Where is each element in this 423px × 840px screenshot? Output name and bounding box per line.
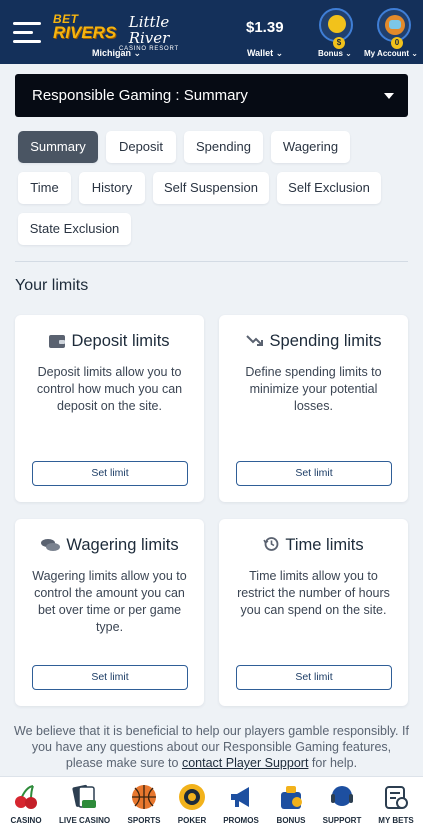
bonus-dropdown[interactable]: Bonus ⌄	[318, 49, 352, 58]
wallet-dropdown[interactable]: Wallet ⌄	[247, 48, 283, 59]
nav-promos[interactable]: PROMOS	[216, 783, 266, 825]
tab-self-exclusion[interactable]: Self Exclusion	[277, 172, 381, 204]
poker-chip-icon	[178, 783, 206, 811]
section-select[interactable]: Responsible Gaming : Summary	[15, 74, 408, 117]
tab-spending[interactable]: Spending	[184, 131, 263, 163]
card-description: Wagering limits allow you to control the…	[32, 569, 187, 634]
set-deposit-limit-button[interactable]: Set limit	[32, 461, 188, 486]
betrivers-logo[interactable]: BET RIVERS	[53, 13, 116, 41]
set-spending-limit-button[interactable]: Set limit	[236, 461, 392, 486]
nav-live-casino[interactable]: LIVE CASINO	[59, 783, 110, 825]
coins-icon	[40, 538, 61, 557]
wagering-limits-card: Wagering limits Wagering limits allow yo…	[15, 519, 204, 706]
card-description: Deposit limits allow you to control how …	[36, 365, 183, 413]
set-time-limit-button[interactable]: Set limit	[236, 665, 392, 690]
tab-history[interactable]: History	[79, 172, 145, 204]
tab-summary[interactable]: Summary	[18, 131, 98, 163]
tab-deposit[interactable]: Deposit	[106, 131, 176, 163]
card-description: Define spending limits to minimize your …	[245, 365, 382, 413]
nav-poker[interactable]: POKER	[167, 783, 217, 825]
set-wagering-limit-button[interactable]: Set limit	[32, 665, 188, 690]
state-selector[interactable]: Michigan ⌄	[92, 48, 141, 59]
card-description: Time limits allow you to restrict the nu…	[237, 569, 390, 617]
tab-time[interactable]: Time	[18, 172, 71, 204]
bonus-mascot-icon	[328, 15, 346, 33]
account-mascot-icon	[385, 15, 405, 35]
card-title: Time limits	[285, 536, 364, 554]
nav-bonus[interactable]: BONUS	[266, 783, 316, 825]
account-avatar[interactable]: 0	[377, 8, 411, 49]
caret-down-icon	[384, 93, 394, 99]
section-heading: Your limits	[15, 277, 89, 294]
nav-sports[interactable]: SPORTS	[119, 783, 169, 825]
bonus-badge: $	[333, 37, 345, 49]
nav-my-bets[interactable]: MY BETS	[371, 783, 421, 825]
bonus-bag-icon	[277, 783, 305, 811]
account-badge: 0	[391, 37, 403, 49]
account-dropdown[interactable]: My Account ⌄	[364, 49, 418, 58]
tab-self-suspension[interactable]: Self Suspension	[153, 172, 269, 204]
menu-icon[interactable]	[13, 22, 41, 44]
nav-support[interactable]: SUPPORT	[317, 783, 367, 825]
contact-support-link[interactable]: contact Player Support	[182, 756, 308, 770]
spending-limits-card: Spending limits Define spending limits t…	[219, 315, 408, 502]
card-title: Deposit limits	[71, 332, 170, 350]
time-limits-card: Time limits Time limits allow you to res…	[219, 519, 408, 706]
card-title: Wagering limits	[66, 536, 179, 554]
basketball-icon	[130, 783, 158, 811]
section-select-value: Responsible Gaming : Summary	[32, 87, 248, 104]
divider	[15, 261, 408, 262]
wallet-balance[interactable]: $1.39	[246, 19, 284, 36]
card-title: Spending limits	[269, 332, 382, 350]
wallet-icon	[49, 334, 66, 353]
cherries-icon	[12, 783, 40, 811]
bet-slip-icon	[382, 783, 410, 811]
megaphone-icon	[227, 783, 255, 811]
trend-down-icon	[245, 334, 264, 353]
deposit-limits-card: Deposit limits Deposit limits allow you …	[15, 315, 204, 502]
nav-casino[interactable]: CASINO	[1, 783, 51, 825]
bottom-nav: CASINO LIVE CASINO SPORTS POKER PROMOS B…	[0, 776, 423, 840]
little-river-logo: Little River CASINO RESORT	[119, 13, 179, 52]
bonus-avatar[interactable]: $	[319, 8, 353, 49]
top-header: BET RIVERS Little River CASINO RESORT Mi…	[0, 0, 423, 64]
tab-state-exclusion[interactable]: State Exclusion	[18, 213, 131, 245]
tab-wagering[interactable]: Wagering	[271, 131, 350, 163]
history-clock-icon	[263, 536, 279, 557]
responsible-gaming-note: We believe that it is beneficial to help…	[14, 724, 409, 770]
live-cards-icon	[70, 783, 98, 811]
headset-icon	[328, 783, 356, 811]
